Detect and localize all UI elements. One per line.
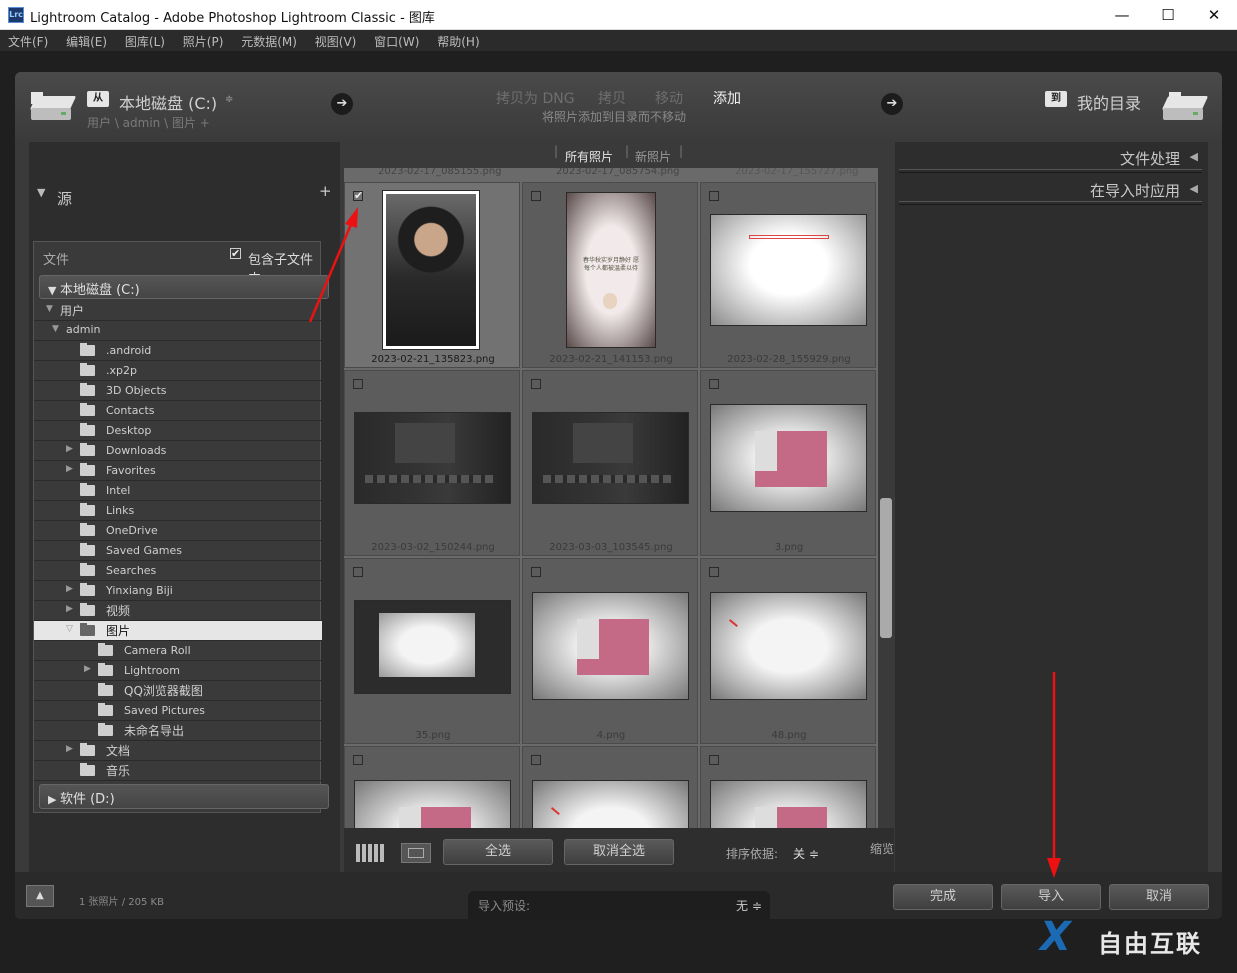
arrowhead [345, 207, 358, 228]
arrowhead [1047, 858, 1061, 878]
watermark: X 自由互联 [1040, 914, 1225, 962]
watermark-x: X [1040, 914, 1071, 960]
arrow-to-checkbox [308, 221, 354, 323]
watermark-text: 自由互联 [1098, 930, 1202, 958]
annotation-arrows [308, 207, 1061, 878]
